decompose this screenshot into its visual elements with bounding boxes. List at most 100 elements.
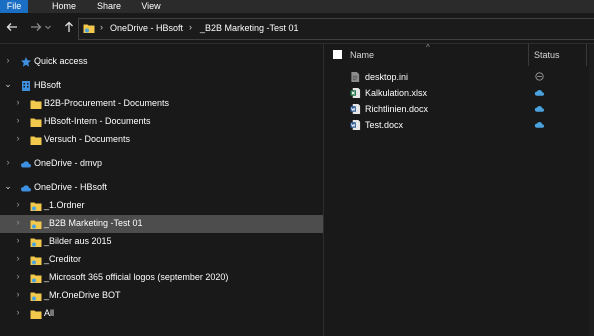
tree-item-label: _Mr.OneDrive BOT bbox=[44, 290, 121, 300]
tree-item[interactable]: › _B2B Marketing -Test 01 bbox=[0, 215, 323, 233]
excluded-status-icon bbox=[535, 72, 544, 81]
chevron-right-icon[interactable]: › bbox=[4, 157, 12, 167]
folder-icon bbox=[30, 310, 42, 319]
forward-button[interactable] bbox=[29, 21, 43, 35]
arrow-up-icon bbox=[65, 21, 73, 32]
shared-folder-icon bbox=[30, 274, 42, 283]
chevron-right-icon[interactable]: › bbox=[14, 199, 22, 209]
chevron-right-icon[interactable]: › bbox=[14, 271, 22, 281]
recent-locations-button[interactable] bbox=[44, 21, 52, 35]
file-row[interactable]: Test.docx bbox=[324, 117, 594, 133]
file-name: desktop.ini bbox=[365, 72, 409, 82]
tree-item-label: OneDrive - dmvp bbox=[34, 158, 103, 168]
tree-item[interactable]: › _Bilder aus 2015 bbox=[0, 233, 323, 251]
chevron-right-icon[interactable]: › bbox=[14, 235, 22, 245]
arrow-right-icon bbox=[31, 23, 42, 31]
tree-item-label: OneDrive - HBsoft bbox=[34, 182, 108, 192]
tree-item[interactable]: › All bbox=[0, 305, 323, 323]
tree-item-label: HBsoft-Intern - Documents bbox=[44, 116, 151, 126]
breadcrumb-current-folder[interactable]: _B2B Marketing -Test 01 bbox=[200, 23, 299, 33]
column-header-status[interactable]: Status bbox=[534, 50, 560, 60]
sort-ascending-icon: ^ bbox=[426, 43, 430, 52]
tree-item[interactable]: ⌄ OneDrive - HBsoft bbox=[0, 179, 323, 197]
tree-item-label: _B2B Marketing -Test 01 bbox=[44, 218, 143, 228]
address-bar[interactable]: › OneDrive - HBsoft › _B2B Marketing -Te… bbox=[78, 18, 594, 40]
breadcrumb-separator: › bbox=[189, 22, 192, 32]
tree-item[interactable]: › _Microsoft 365 official logos (septembe… bbox=[0, 269, 323, 287]
tree-item-label: HBsoft bbox=[34, 80, 62, 90]
cloud-icon bbox=[20, 161, 31, 168]
folder-icon bbox=[30, 118, 42, 127]
cloud-status-icon bbox=[534, 106, 544, 112]
chevron-right-icon[interactable]: › bbox=[14, 97, 22, 107]
file-name: Kalkulation.xlsx bbox=[365, 88, 428, 98]
file-row[interactable]: desktop.ini bbox=[324, 69, 594, 85]
tree-item[interactable]: › HBsoft-Intern - Documents bbox=[0, 113, 323, 131]
breadcrumb-separator: › bbox=[100, 22, 103, 32]
shared-folder-icon bbox=[30, 238, 42, 247]
navigation-bar: › OneDrive - HBsoft › _B2B Marketing -Te… bbox=[0, 13, 594, 44]
tree-item[interactable]: › B2B-Procurement - Documents bbox=[0, 95, 323, 113]
tree-item-label: Quick access bbox=[34, 56, 88, 66]
tab-home[interactable]: Home bbox=[44, 0, 84, 13]
column-separator[interactable] bbox=[586, 44, 587, 66]
tab-share[interactable]: Share bbox=[89, 0, 129, 13]
folder-icon bbox=[30, 136, 42, 145]
ribbon: File Home Share View bbox=[0, 0, 594, 13]
cloud-status-icon bbox=[534, 90, 544, 96]
tree-item-label: _1.Ordner bbox=[44, 200, 85, 210]
ini-file-icon bbox=[351, 71, 360, 83]
tab-file[interactable]: File bbox=[0, 0, 28, 13]
shared-folder-icon bbox=[83, 24, 95, 33]
arrow-left-icon bbox=[6, 23, 17, 31]
scrollbar[interactable] bbox=[589, 44, 594, 336]
word-file-icon bbox=[350, 103, 361, 115]
chevron-right-icon[interactable]: › bbox=[14, 253, 22, 263]
tree-item[interactable]: › Quick access bbox=[0, 53, 323, 71]
chevron-down-icon[interactable]: ⌄ bbox=[4, 181, 12, 192]
file-row[interactable]: Richtlinien.docx bbox=[324, 101, 594, 117]
tree-item[interactable]: › _Mr.OneDrive BOT bbox=[0, 287, 323, 305]
word-file-icon bbox=[350, 119, 361, 131]
cloud-status-icon bbox=[534, 122, 544, 128]
shared-folder-icon bbox=[30, 292, 42, 301]
shared-folder-icon bbox=[30, 202, 42, 211]
building-icon bbox=[22, 81, 30, 91]
chevron-right-icon[interactable]: › bbox=[14, 115, 22, 125]
tab-view[interactable]: View bbox=[131, 0, 171, 13]
tree-item[interactable]: › _1.Ordner bbox=[0, 197, 323, 215]
chevron-right-icon[interactable]: › bbox=[14, 307, 22, 317]
tree-item[interactable]: ⌄ HBsoft bbox=[0, 77, 323, 95]
tree-item[interactable]: › _Creditor bbox=[0, 251, 323, 269]
file-name: Test.docx bbox=[365, 120, 404, 130]
chevron-right-icon[interactable]: › bbox=[4, 55, 12, 65]
tree-item-label: Versuch - Documents bbox=[44, 134, 131, 144]
chevron-right-icon[interactable]: › bbox=[14, 217, 22, 227]
shared-folder-icon bbox=[30, 256, 42, 265]
column-header-name[interactable]: Name bbox=[350, 50, 374, 60]
chevron-down-icon[interactable]: ⌄ bbox=[4, 79, 12, 90]
excel-file-icon bbox=[350, 87, 361, 99]
column-separator[interactable] bbox=[528, 44, 529, 66]
star-icon bbox=[21, 57, 31, 67]
folder-icon bbox=[30, 100, 42, 109]
shared-folder-icon bbox=[30, 220, 42, 229]
tree-item-label: _Creditor bbox=[44, 254, 82, 264]
file-row[interactable]: Kalkulation.xlsx bbox=[324, 85, 594, 101]
tree-item[interactable]: › Versuch - Documents bbox=[0, 131, 323, 149]
tree-item-label: B2B-Procurement - Documents bbox=[44, 98, 170, 108]
tree-item[interactable]: › OneDrive - dmvp bbox=[0, 155, 323, 173]
chevron-right-icon[interactable]: › bbox=[14, 133, 22, 143]
column-header-row: ^ Name Status bbox=[324, 43, 594, 66]
file-list: ^ Name Status desktop.ini Kalkulation.xls… bbox=[324, 43, 594, 336]
select-all-checkbox[interactable] bbox=[333, 50, 342, 59]
chevron-right-icon[interactable]: › bbox=[14, 289, 22, 299]
cloud-icon bbox=[20, 185, 31, 192]
navigation-pane: › Quick access ⌄ HBsoft › B2B-Procurement - D… bbox=[0, 44, 323, 336]
tree-item-label: All bbox=[44, 308, 55, 318]
tree-item-label: _Bilder aus 2015 bbox=[44, 236, 112, 246]
chevron-down-icon bbox=[45, 25, 51, 30]
breadcrumb-onedrive-hbsoft[interactable]: OneDrive - HBsoft bbox=[110, 23, 183, 33]
back-button[interactable] bbox=[5, 21, 19, 35]
up-button[interactable] bbox=[62, 21, 76, 35]
